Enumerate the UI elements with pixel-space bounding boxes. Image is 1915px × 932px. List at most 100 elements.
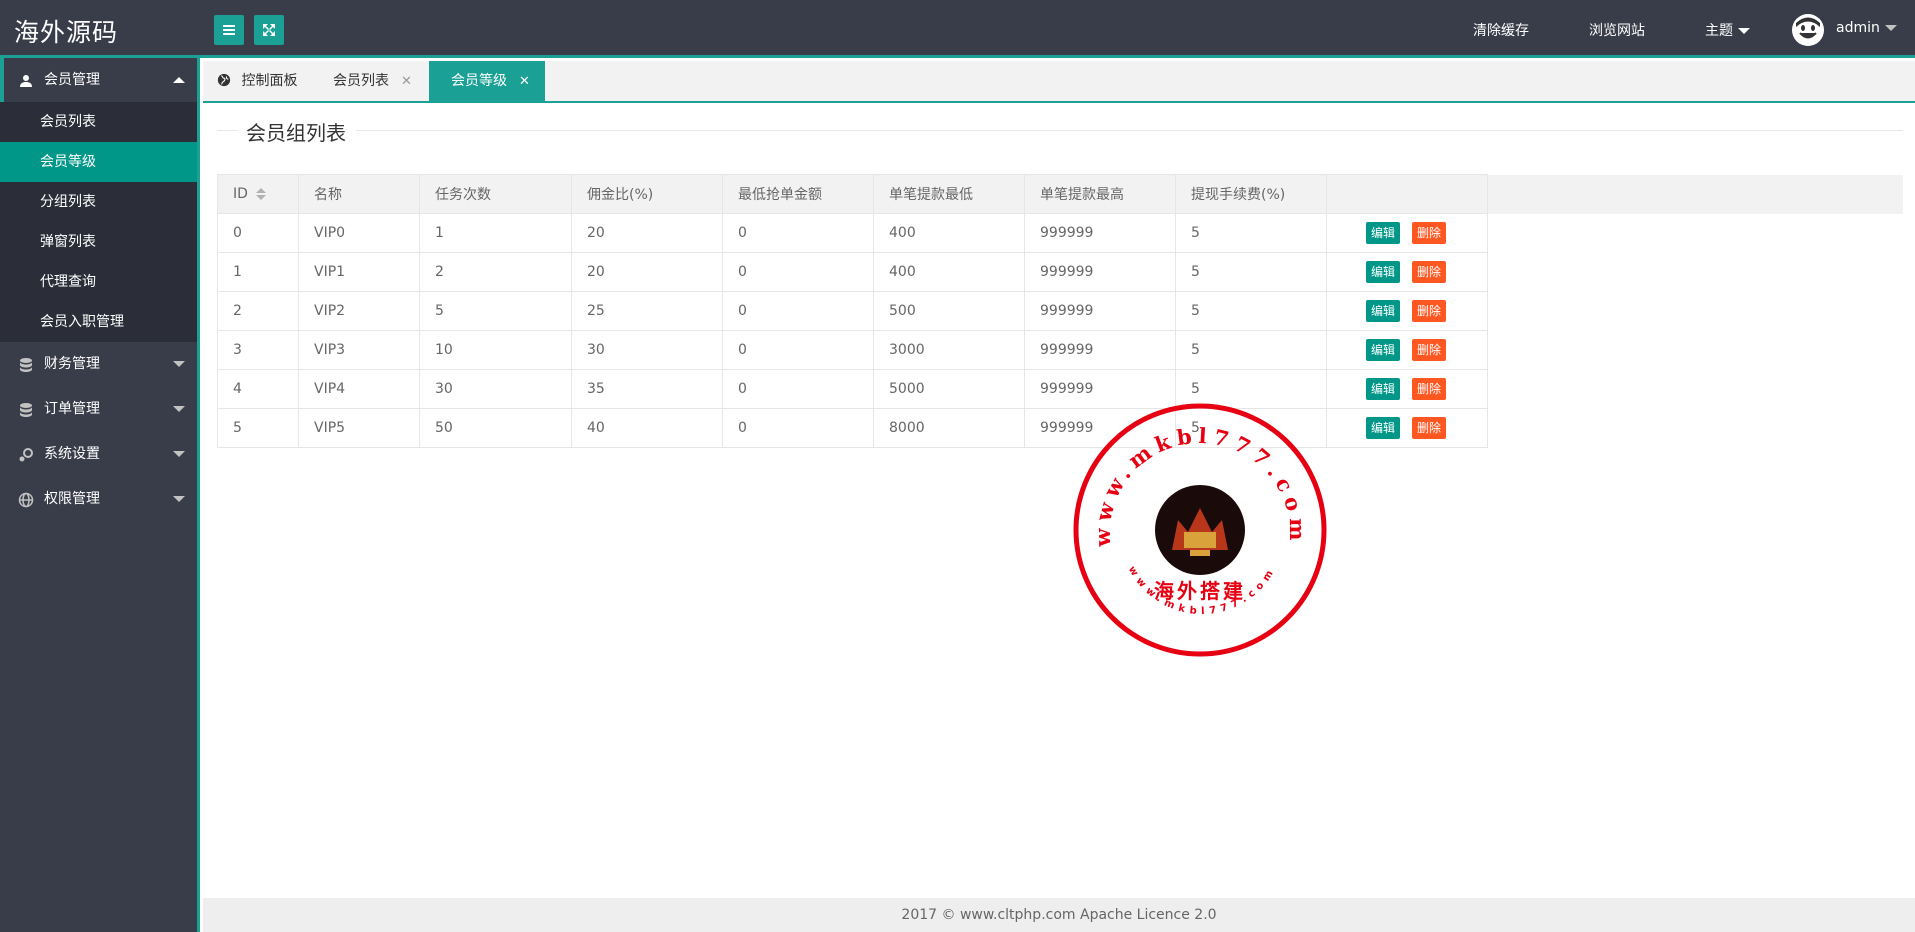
- avatar[interactable]: [1792, 14, 1824, 46]
- user-icon: [20, 75, 32, 87]
- column-header: 单笔提款最低: [873, 174, 1025, 214]
- table-row: 4 VIP4 30 35 0 5000 999999 5 编辑 删除: [217, 369, 1903, 409]
- edit-button[interactable]: 编辑: [1366, 378, 1400, 400]
- sidebar-group-label: 权限管理: [44, 491, 100, 507]
- column-header: 提现手续费(%): [1175, 174, 1327, 214]
- table-cell: 999999: [1024, 213, 1176, 253]
- sidebar-group-label: 财务管理: [44, 356, 100, 372]
- sidebar-item-popup-list[interactable]: 弹窗列表: [0, 222, 197, 262]
- chevron-down-icon: [173, 496, 185, 502]
- column-header: 名称: [298, 174, 420, 214]
- table-cell: 0: [722, 408, 874, 448]
- table-cell: 500: [873, 291, 1025, 331]
- chevron-down-icon: [173, 406, 185, 412]
- table-filler: [1488, 253, 1903, 292]
- actions-cell: 编辑 删除: [1326, 330, 1488, 370]
- table-cell: 25: [571, 291, 723, 331]
- sidebar: 会员管理 会员列表 会员等级 分组列表 弹窗列表 代理查询 会员入职管理 财务管…: [0, 58, 200, 932]
- database-icon: [20, 403, 32, 417]
- page-title: 会员组列表: [246, 121, 346, 145]
- tab-dashboard[interactable]: 控制面板: [217, 61, 317, 101]
- delete-button[interactable]: 删除: [1412, 222, 1446, 244]
- edit-button[interactable]: 编辑: [1366, 339, 1400, 361]
- table-row: 5 VIP5 50 40 0 8000 999999 5 编辑 删除: [217, 408, 1903, 448]
- table-cell: 5: [1175, 252, 1327, 292]
- table-cell: 2: [217, 291, 299, 331]
- actions-cell: 编辑 删除: [1326, 369, 1488, 409]
- table-cell: 20: [571, 213, 723, 253]
- stamp-label: 海外搭建: [1154, 579, 1246, 603]
- username: admin: [1836, 20, 1880, 36]
- fullscreen-button[interactable]: [254, 15, 284, 45]
- sidebar-item-member-onboarding[interactable]: 会员入职管理: [0, 302, 197, 342]
- table-cell: 1: [217, 252, 299, 292]
- smiley-face-icon: [1793, 15, 1823, 45]
- tab-member-list[interactable]: 会员列表 ✕: [331, 61, 441, 101]
- sidebar-group-member[interactable]: 会员管理: [0, 58, 197, 102]
- sidebar-item-member-list[interactable]: 会员列表: [0, 102, 197, 142]
- column-header: 最低抢单金额: [722, 174, 874, 214]
- tab-label: 会员等级: [451, 73, 507, 89]
- table-cell: 30: [571, 330, 723, 370]
- edit-button[interactable]: 编辑: [1366, 261, 1400, 283]
- table-cell: 3000: [873, 330, 1025, 370]
- sidebar-group-settings[interactable]: 系统设置: [0, 432, 197, 477]
- table-cell: 5: [1175, 213, 1327, 253]
- delete-button[interactable]: 删除: [1412, 378, 1446, 400]
- tab-member-level[interactable]: 会员等级 ✕: [429, 61, 545, 101]
- table-cell: VIP1: [298, 252, 420, 292]
- edit-button[interactable]: 编辑: [1366, 222, 1400, 244]
- delete-button[interactable]: 删除: [1412, 300, 1446, 322]
- table-cell: 5: [419, 291, 572, 331]
- sidebar-group-orders[interactable]: 订单管理: [0, 387, 197, 432]
- watermark-stamp: www.mkbl777.com www.mkbl777.com 海外搭建: [1073, 403, 1327, 657]
- expand-icon: [263, 24, 275, 36]
- chevron-down-icon: [1738, 28, 1750, 34]
- sidebar-group-finance[interactable]: 财务管理: [0, 342, 197, 387]
- edit-button[interactable]: 编辑: [1366, 417, 1400, 439]
- sidebar-item-agent-query[interactable]: 代理查询: [0, 262, 197, 302]
- browse-site-link[interactable]: 浏览网站: [1589, 20, 1645, 40]
- sidebar-item-group-list[interactable]: 分组列表: [0, 182, 197, 222]
- close-icon[interactable]: ✕: [519, 74, 530, 89]
- divider: [356, 130, 1903, 131]
- sort-icon[interactable]: [255, 188, 266, 200]
- table-body: 0 VIP0 1 20 0 400 999999 5 编辑 删除 1 VIP1 2 20 0 400 99999…: [217, 213, 1903, 448]
- column-header-id[interactable]: ID: [217, 174, 299, 214]
- app-logo[interactable]: 海外源码: [14, 13, 118, 49]
- sidebar-group-permissions[interactable]: 权限管理: [0, 477, 197, 522]
- sidebar-group-label: 系统设置: [44, 446, 100, 462]
- table-filler: [1487, 174, 1903, 214]
- table-cell: VIP2: [298, 291, 420, 331]
- table-cell: 0: [217, 213, 299, 253]
- table-cell: 0: [722, 252, 874, 292]
- sidebar-item-member-level[interactable]: 会员等级: [0, 142, 197, 182]
- table-row: 0 VIP0 1 20 0 400 999999 5 编辑 删除: [217, 213, 1903, 253]
- table-filler: [1488, 331, 1903, 370]
- delete-button[interactable]: 删除: [1412, 261, 1446, 283]
- edit-button[interactable]: 编辑: [1366, 300, 1400, 322]
- user-menu[interactable]: admin: [1836, 20, 1897, 36]
- actions-cell: 编辑 删除: [1326, 408, 1488, 448]
- table-cell: 999999: [1024, 291, 1176, 331]
- database-icon: [20, 358, 32, 372]
- table-cell: 5000: [873, 369, 1025, 409]
- table-cell: 5: [1175, 330, 1327, 370]
- table-cell: 0: [722, 369, 874, 409]
- clear-cache-link[interactable]: 清除缓存: [1473, 20, 1529, 40]
- delete-button[interactable]: 删除: [1412, 339, 1446, 361]
- sidebar-group-label: 会员管理: [44, 72, 100, 88]
- table-filler: [1488, 214, 1903, 253]
- actions-cell: 编辑 删除: [1326, 213, 1488, 253]
- table-row: 1 VIP1 2 20 0 400 999999 5 编辑 删除: [217, 252, 1903, 292]
- top-header: 海外源码 清除缓存 浏览网站 主题 admin: [0, 0, 1915, 58]
- delete-button[interactable]: 删除: [1412, 417, 1446, 439]
- actions-cell: 编辑 删除: [1326, 291, 1488, 331]
- table-cell: 50: [419, 408, 572, 448]
- menu-toggle-button[interactable]: [214, 15, 244, 45]
- table-cell: 5: [217, 408, 299, 448]
- close-icon[interactable]: ✕: [401, 74, 412, 89]
- chevron-down-icon: [173, 361, 185, 367]
- sidebar-group-label: 订单管理: [44, 401, 100, 417]
- theme-menu[interactable]: 主题: [1705, 20, 1750, 40]
